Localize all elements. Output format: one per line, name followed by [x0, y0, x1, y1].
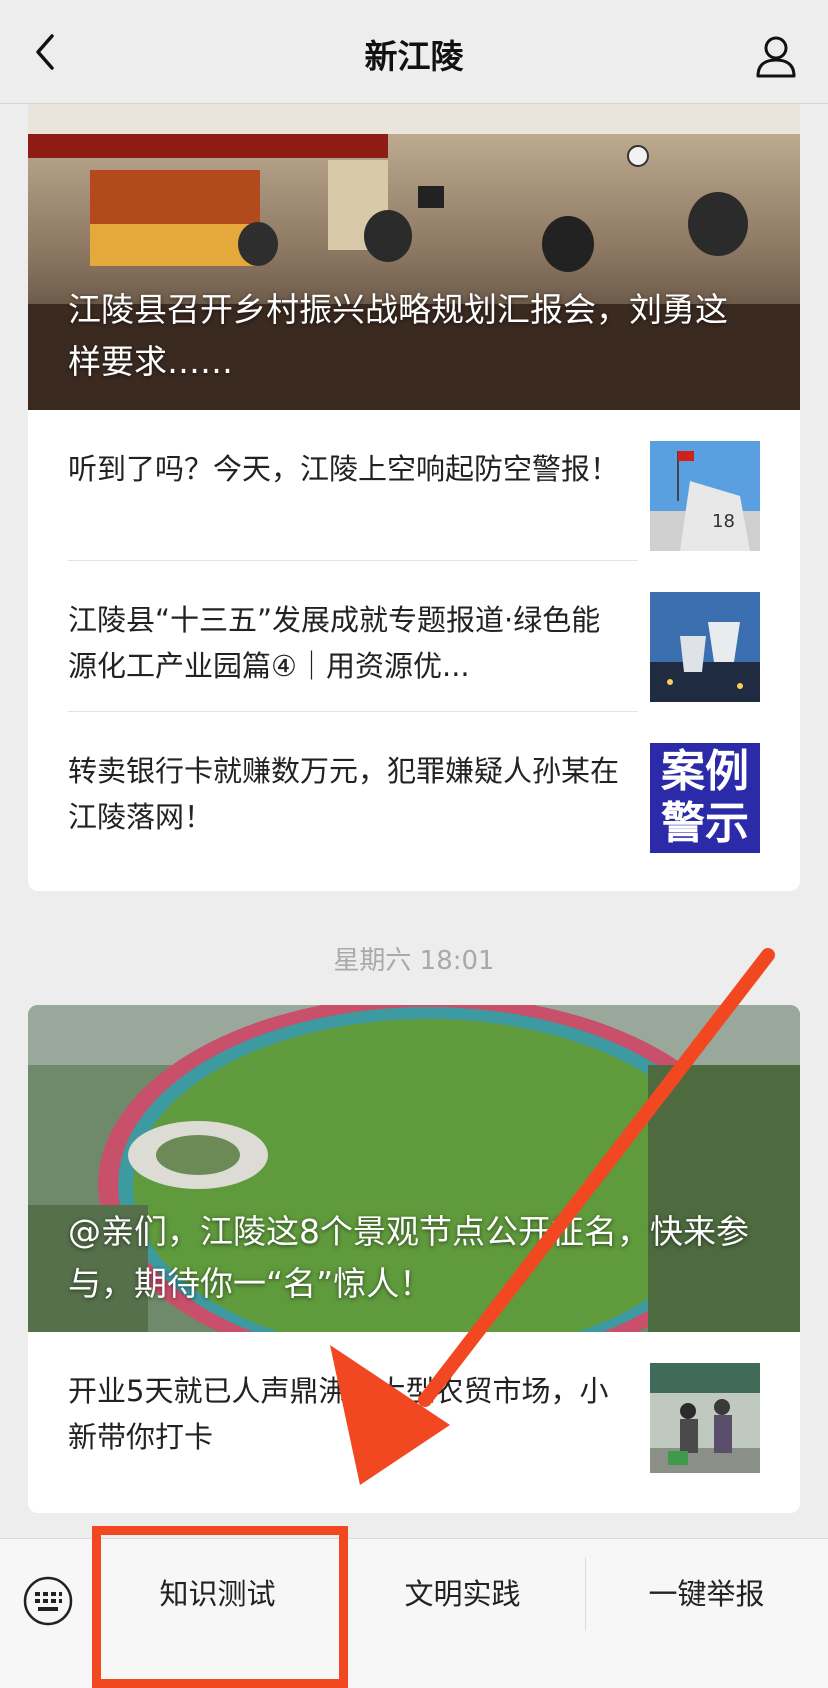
- menu-item-one-click-report[interactable]: 一键举报: [585, 1539, 828, 1649]
- case-warning-thumbnail: 案例 警示: [650, 743, 760, 853]
- thumbnail-text: 案例: [661, 746, 749, 797]
- keyboard-icon[interactable]: [22, 1575, 74, 1627]
- bottom-menu: 知识测试 文明实践 一键举报: [0, 1538, 828, 1688]
- hero-title: @亲们，江陵这8个景观节点公开征名，快来参与，期待你一“名”惊人！: [68, 1212, 749, 1303]
- thumbnail-text: 警示: [661, 798, 749, 849]
- market-thumbnail: [650, 1363, 760, 1473]
- menu-item-knowledge-test[interactable]: 知识测试: [95, 1539, 340, 1649]
- item-title: 开业5天就已人声鼎沸的大型农贸市场，小新带你打卡: [68, 1374, 609, 1454]
- item-title: 听到了吗？今天，江陵上空响起防空警报！: [68, 452, 620, 486]
- menu-item-civilization-practice[interactable]: 文明实践: [340, 1539, 585, 1649]
- hero-article[interactable]: 江陵县召开乡村振兴战略规划汇报会，刘勇这样要求……: [28, 104, 800, 410]
- article-card: @亲们，江陵这8个景观节点公开征名，快来参与，期待你一“名”惊人！ 开业5天就已…: [28, 1005, 800, 1513]
- page-title: 新江陵: [364, 37, 464, 76]
- svg-text:18: 18: [712, 511, 735, 532]
- list-item[interactable]: 江陵县“十三五”发展成就专题报道·绿色能源化工产业园篇④｜用资源优...: [28, 561, 800, 712]
- hero-article[interactable]: @亲们，江陵这8个景观节点公开征名，快来参与，期待你一“名”惊人！: [28, 1005, 800, 1332]
- timestamp: 星期六 18:01: [333, 946, 495, 976]
- list-item[interactable]: 开业5天就已人声鼎沸的大型农贸市场，小新带你打卡: [28, 1332, 800, 1483]
- article-card: 江陵县召开乡村振兴战略规划汇报会，刘勇这样要求…… 听到了吗？今天，江陵上空响起…: [28, 104, 800, 891]
- nav-bar: 新江陵: [0, 0, 828, 104]
- hero-title: 江陵县召开乡村振兴战略规划汇报会，刘勇这样要求……: [68, 290, 728, 381]
- power-plant-thumbnail: [650, 592, 760, 702]
- item-title: 江陵县“十三五”发展成就专题报道·绿色能源化工产业园篇④｜用资源优...: [68, 603, 601, 683]
- list-item[interactable]: 转卖银行卡就赚数万元，犯罪嫌疑人孙某在江陵落网！ 案例 警示: [28, 712, 800, 863]
- item-title: 转卖银行卡就赚数万元，犯罪嫌疑人孙某在江陵落网！: [68, 754, 620, 834]
- list-item[interactable]: 听到了吗？今天，江陵上空响起防空警报！ 18: [28, 410, 800, 561]
- person-icon[interactable]: [754, 34, 798, 78]
- monument-thumbnail: 18: [650, 441, 760, 551]
